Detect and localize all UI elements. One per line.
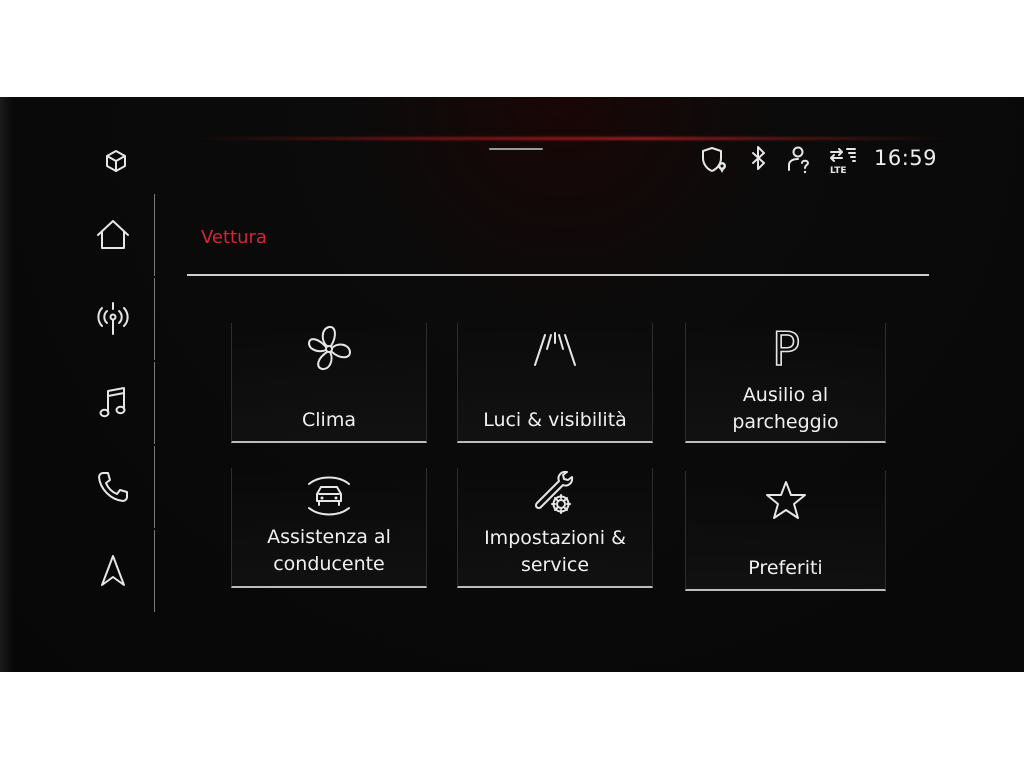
tile-label-line1: Impostazioni & — [484, 527, 626, 549]
sidebar-item-navigation[interactable] — [82, 530, 155, 612]
tile-clima[interactable]: Clima — [231, 323, 427, 443]
bluetooth-icon[interactable] — [748, 145, 770, 175]
tile-label-line1: Assistenza al — [267, 526, 391, 548]
music-note-icon — [99, 387, 126, 418]
clock: 16:59 — [874, 146, 938, 170]
tile-impostazioni-service[interactable]: Impostazioni & service — [457, 468, 653, 588]
svg-text:LTE: LTE — [830, 166, 847, 175]
wrench-gear-icon — [458, 468, 652, 520]
tile-label-line1: Ausilio al — [742, 384, 829, 406]
star-icon — [686, 479, 885, 521]
sidebar-item-media[interactable] — [82, 362, 155, 444]
parking-icon: P — [686, 321, 885, 375]
sidebar-item-phone[interactable] — [82, 446, 155, 528]
tile-label-line2: service — [520, 554, 590, 576]
tile-luci-visibilita[interactable]: Luci & visibilità — [457, 323, 653, 443]
driver-assist-icon — [232, 474, 426, 518]
svg-text:P: P — [772, 322, 800, 375]
cube-icon[interactable] — [103, 148, 129, 174]
home-icon — [97, 220, 129, 249]
shield-location-icon[interactable] — [700, 145, 730, 175]
title-divider — [187, 274, 929, 276]
phone-icon — [98, 472, 128, 502]
sidebar-item-home[interactable] — [82, 194, 155, 276]
tile-label-line2: parcheggio — [732, 411, 839, 433]
user-help-icon[interactable] — [786, 145, 814, 175]
navigation-arrow-icon — [101, 555, 125, 586]
pull-down-handle[interactable] — [489, 148, 543, 150]
tile-assistenza-conducente[interactable]: Assistenza al conducente — [231, 468, 427, 588]
tile-ausilio-parcheggio[interactable]: P Ausilio al parcheggio — [685, 321, 886, 443]
page-title: Vettura — [201, 227, 267, 248]
tile-label: Clima — [302, 409, 356, 431]
infotainment-screen: LTE 16:59 Vettura Clima Luci & visibilit… — [0, 97, 1024, 672]
ambient-red-glow — [190, 137, 950, 140]
tile-label: Preferiti — [748, 557, 823, 579]
tile-label-line2: conducente — [273, 553, 385, 575]
screen-bezel — [0, 97, 14, 672]
radio-antenna-icon — [97, 302, 129, 335]
fan-icon — [232, 323, 426, 375]
tile-label: Luci & visibilità — [483, 409, 627, 431]
lte-data-icon[interactable]: LTE — [828, 145, 858, 175]
road-lights-icon — [458, 329, 652, 369]
sidebar — [82, 194, 155, 612]
tile-preferiti[interactable]: Preferiti — [685, 471, 886, 591]
sidebar-item-radio[interactable] — [82, 278, 155, 360]
